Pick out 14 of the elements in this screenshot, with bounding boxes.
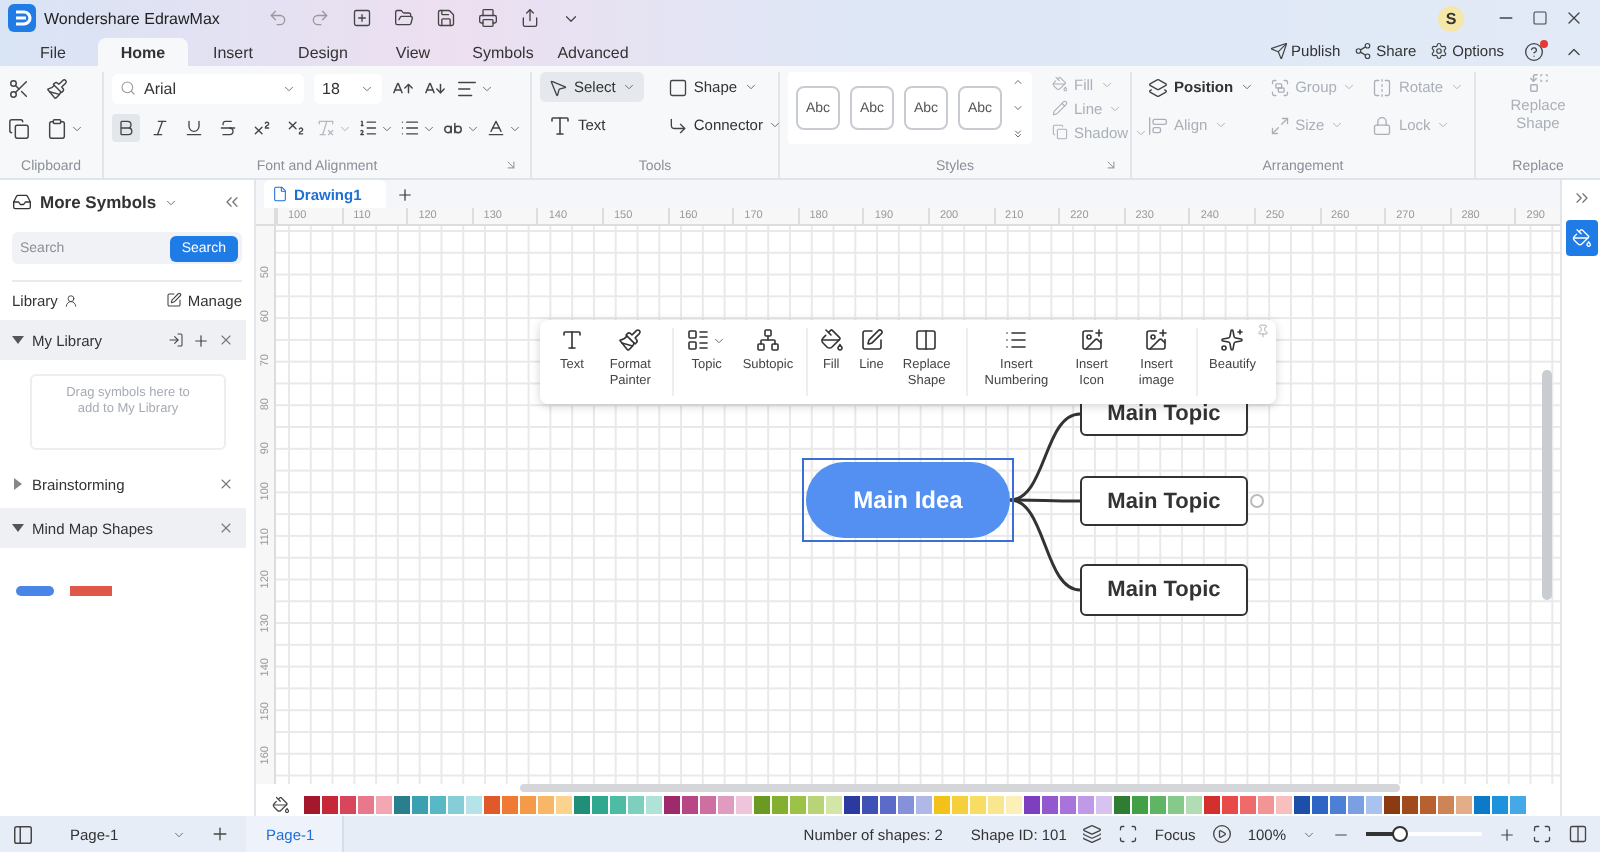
panel-title[interactable]: More Symbols bbox=[40, 192, 157, 212]
app-title: Wondershare EdrawMax bbox=[44, 9, 220, 27]
menu-tab[interactable]: Advanced bbox=[548, 38, 638, 66]
menu-tab[interactable]: View bbox=[368, 38, 458, 66]
user-avatar[interactable]: S bbox=[1438, 5, 1464, 31]
font-field[interactable]: Arial bbox=[112, 73, 304, 103]
menu-tab[interactable]: Design bbox=[278, 38, 368, 66]
menu-tab[interactable]: Home bbox=[98, 38, 188, 66]
menu-tab[interactable]: Insert bbox=[188, 38, 278, 66]
menu-tab[interactable]: Symbols bbox=[458, 38, 548, 66]
menu-tab[interactable]: File bbox=[8, 38, 98, 66]
font-size-field[interactable]: 18 bbox=[314, 73, 382, 103]
topic-node[interactable]: Main Topic bbox=[1080, 476, 1248, 526]
topic-node[interactable]: Main Topic bbox=[1080, 564, 1248, 616]
